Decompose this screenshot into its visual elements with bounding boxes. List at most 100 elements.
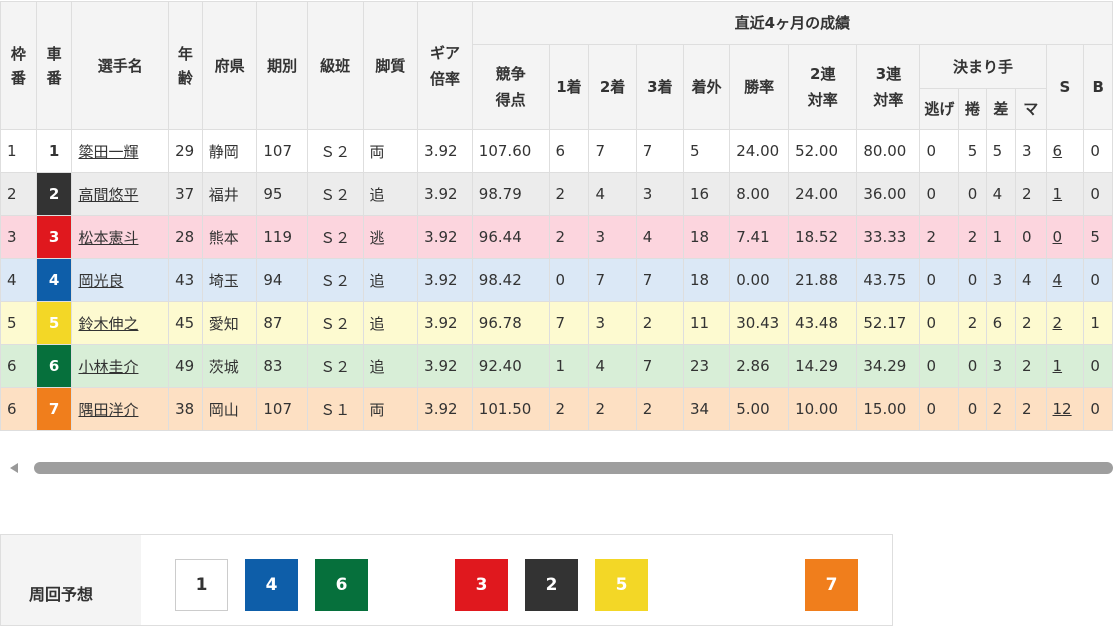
- s-count-link[interactable]: 1: [1053, 357, 1063, 375]
- cell-class: Ｓ２: [306, 301, 364, 345]
- header-b: B: [1083, 44, 1113, 130]
- prediction-box: 4: [245, 559, 298, 611]
- cell-age: 45: [168, 301, 203, 345]
- cell-makuri: 0: [958, 258, 987, 302]
- header-name: 選手名: [71, 1, 170, 130]
- cell-makuri: 5: [958, 129, 987, 173]
- racer-name-link[interactable]: 鈴木伸之: [78, 315, 138, 333]
- cell-out: 23: [682, 344, 731, 388]
- cell-class: Ｓ２: [306, 215, 364, 259]
- cell-nige: 0: [919, 129, 960, 173]
- table-row: 6 6 小林圭介 49 茨城 83 Ｓ２ 追 3.92 92.40 1 4 7 23 2.86 14.29 34…: [0, 344, 1113, 388]
- cell-trio-rate: 34.29: [856, 344, 921, 388]
- cell-leg: 追: [362, 258, 419, 302]
- cell-second: 2: [588, 387, 637, 431]
- cell-class: Ｓ１: [306, 387, 364, 431]
- s-count-link[interactable]: 0: [1053, 228, 1063, 246]
- cell-s: 2: [1045, 301, 1085, 345]
- cell-leg: 追: [362, 301, 419, 345]
- cell-b: 1: [1083, 301, 1113, 345]
- cell-trio-rate: 52.17: [856, 301, 921, 345]
- cell-sashi: 1: [985, 215, 1017, 259]
- cell-gear: 3.92: [417, 215, 473, 259]
- cell-age: 29: [168, 129, 203, 173]
- cell-s: 4: [1045, 258, 1085, 302]
- cell-third: 3: [635, 172, 685, 216]
- cell-nige: 0: [919, 387, 960, 431]
- cell-first: 0: [548, 258, 590, 302]
- cell-pref: 埼玉: [201, 258, 258, 302]
- s-count-link[interactable]: 1: [1053, 185, 1063, 203]
- header-quinella-rate: 2連対率: [788, 44, 858, 130]
- header-sha: 車番: [35, 1, 73, 130]
- cell-b: 0: [1083, 344, 1113, 388]
- racer-name-link[interactable]: 小林圭介: [78, 358, 138, 376]
- table-row: 2 2 高間悠平 37 福井 95 Ｓ２ 追 3.92 98.79 2 4 3 16 8.00 24.00 36…: [0, 172, 1113, 216]
- cell-sha: 1: [35, 129, 73, 173]
- s-count-link[interactable]: 4: [1053, 271, 1063, 289]
- cell-quinella-rate: 21.88: [788, 258, 858, 302]
- cell-sha: 4: [35, 258, 73, 302]
- header-makuri: 捲: [958, 88, 987, 130]
- cell-second: 7: [588, 129, 637, 173]
- scroll-left-arrow-icon[interactable]: [10, 463, 18, 473]
- cell-sashi: 3: [985, 344, 1017, 388]
- racer-name-link[interactable]: 高間悠平: [78, 186, 138, 204]
- scroll-thumb[interactable]: [34, 462, 1113, 474]
- cell-b: 0: [1083, 258, 1113, 302]
- cell-leg: 逃: [362, 215, 419, 259]
- cell-pref: 岡山: [201, 387, 258, 431]
- cell-third: 7: [635, 129, 685, 173]
- cell-win-rate: 0.00: [729, 258, 790, 302]
- cell-nige: 0: [919, 172, 960, 216]
- header-gear: ギア倍率: [417, 1, 473, 130]
- s-count-link[interactable]: 12: [1053, 400, 1072, 418]
- header-pref: 府県: [201, 1, 258, 130]
- racer-name-link[interactable]: 隅田洋介: [78, 401, 138, 419]
- cell-first: 2: [548, 387, 590, 431]
- s-count-link[interactable]: 2: [1053, 314, 1063, 332]
- prediction-box: 1: [175, 559, 228, 611]
- cell-pref: 熊本: [201, 215, 258, 259]
- cell-pref: 福井: [201, 172, 258, 216]
- cell-makuri: 0: [958, 387, 987, 431]
- cell-win-rate: 8.00: [729, 172, 790, 216]
- cell-quinella-rate: 10.00: [788, 387, 858, 431]
- header-class: 級班: [306, 1, 364, 130]
- cell-waku: 6: [0, 344, 37, 388]
- cell-waku: 3: [0, 215, 37, 259]
- cell-third: 4: [635, 215, 685, 259]
- cell-gear: 3.92: [417, 344, 473, 388]
- cell-quinella-rate: 24.00: [788, 172, 858, 216]
- cell-b: 5: [1083, 215, 1113, 259]
- header-age: 年齢: [168, 1, 203, 130]
- cell-first: 2: [548, 172, 590, 216]
- cell-class: Ｓ２: [306, 258, 364, 302]
- cell-win-rate: 2.86: [729, 344, 790, 388]
- cell-name: 隅田洋介: [71, 387, 170, 431]
- cell-b: 0: [1083, 129, 1113, 173]
- prediction-box: 3: [455, 559, 508, 611]
- cell-leg: 追: [362, 172, 419, 216]
- racer-name-link[interactable]: 岡光良: [78, 272, 123, 290]
- table-row: 3 3 松本憲斗 28 熊本 119 Ｓ２ 逃 3.92 96.44 2 3 4 18 7.41 18.52 3…: [0, 215, 1113, 259]
- header-sashi: 差: [985, 88, 1017, 130]
- cell-win-rate: 24.00: [729, 129, 790, 173]
- cell-gear: 3.92: [417, 258, 473, 302]
- cell-mark: 0: [1015, 215, 1047, 259]
- racer-name-link[interactable]: 簗田一輝: [78, 143, 138, 161]
- racer-name-link[interactable]: 松本憲斗: [78, 229, 138, 247]
- table-row: 1 1 簗田一輝 29 静岡 107 Ｓ２ 両 3.92 107.60 6 7 7 5 24.00 52.00…: [0, 129, 1113, 173]
- s-count-link[interactable]: 6: [1053, 142, 1063, 160]
- header-term: 期別: [256, 1, 308, 130]
- cell-age: 49: [168, 344, 203, 388]
- prediction-box: 2: [525, 559, 578, 611]
- horizontal-scrollbar[interactable]: [0, 459, 1113, 477]
- cell-waku: 5: [0, 301, 37, 345]
- header-kimarite: 決まり手: [919, 44, 1047, 89]
- cell-sha: 5: [35, 301, 73, 345]
- cell-mark: 2: [1015, 387, 1047, 431]
- cell-class: Ｓ２: [306, 172, 364, 216]
- header-score: 競争得点: [471, 44, 550, 130]
- cell-third: 7: [635, 258, 685, 302]
